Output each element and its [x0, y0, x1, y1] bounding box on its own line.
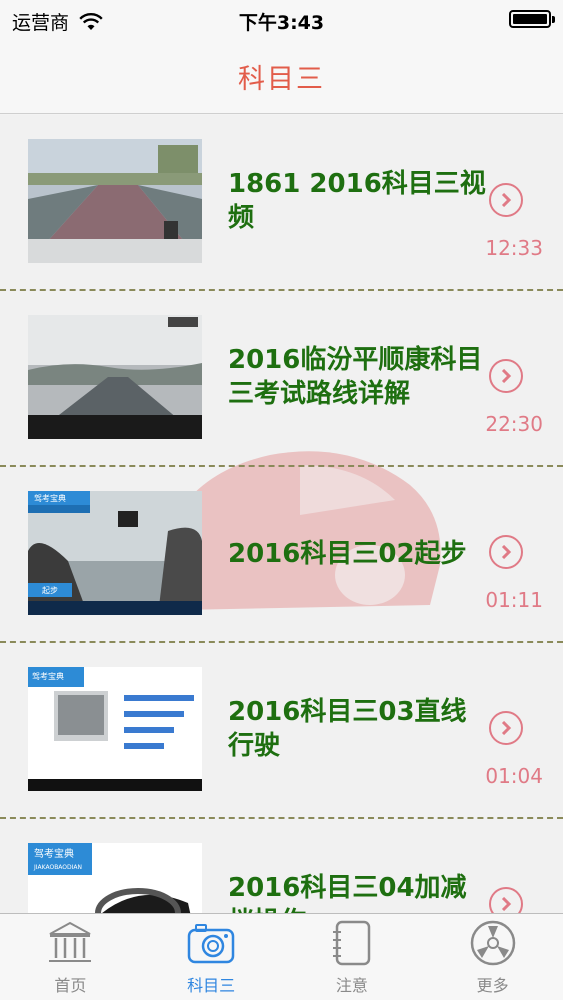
thumb-step-text: 起步	[42, 586, 58, 595]
chevron-right-icon[interactable]	[489, 359, 523, 393]
tab-home[interactable]: 首页	[0, 914, 141, 1000]
thumb-brand-en-text: JIAKAOBAODIAN	[33, 864, 82, 871]
video-title[interactable]: 2016科目三02起步	[228, 537, 488, 571]
video-thumbnail: 驾考宝典	[28, 667, 202, 791]
video-thumbnail: 驾考宝典 起步	[28, 491, 202, 615]
video-duration: 01:11	[485, 588, 543, 612]
thumb-brand-text: 驾考宝典	[34, 493, 66, 503]
tab-label: 注意	[335, 976, 368, 995]
nav-bar: 科目三	[0, 40, 563, 114]
camera-icon	[187, 924, 235, 964]
tab-label: 更多	[476, 976, 509, 995]
status-bar: 运营商 下午3:43	[0, 0, 563, 40]
thumb-brand-text: 驾考宝典	[32, 671, 64, 681]
video-title[interactable]: 2016临汾平顺康科目三考试路线详解	[228, 343, 488, 411]
list-item[interactable]: 驾考宝典 JIAKAOBAODIAN 2016科目三04加减档操作	[0, 819, 563, 913]
list-item[interactable]: 驾考宝典 2016科目三03直线行驶 01:04	[0, 643, 563, 819]
video-thumbnail	[28, 139, 202, 263]
video-thumbnail	[28, 315, 202, 439]
video-title[interactable]: 2016科目三04加减档操作	[228, 871, 488, 913]
status-time: 下午3:43	[238, 12, 325, 34]
thumb-brand-text: 驾考宝典	[34, 847, 74, 860]
tab-label: 首页	[54, 976, 87, 995]
battery-icon	[509, 10, 555, 28]
notebook-icon	[332, 920, 371, 966]
tab-more[interactable]: 更多	[422, 914, 563, 1000]
video-title[interactable]: 1861 2016科目三视频	[228, 167, 488, 235]
video-title[interactable]: 2016科目三03直线行驶	[228, 695, 488, 763]
chevron-right-icon[interactable]	[489, 535, 523, 569]
tab-notice[interactable]: 注意	[282, 914, 423, 1000]
chevron-right-icon[interactable]	[489, 711, 523, 745]
list-item[interactable]: 2016临汾平顺康科目三考试路线详解 22:30	[0, 291, 563, 467]
page-title: 科目三	[238, 64, 325, 95]
tab-label: 科目三	[187, 976, 236, 995]
video-duration: 22:30	[485, 412, 543, 436]
tab-subject-three[interactable]: 科目三	[141, 914, 282, 1000]
chevron-right-icon[interactable]	[489, 887, 523, 913]
video-list[interactable]: 1861 2016科目三视频 12:33 2016临汾平顺康科目三考试路线详解 …	[0, 115, 563, 913]
video-thumbnail: 驾考宝典 JIAKAOBAODIAN	[28, 843, 202, 913]
chevron-right-icon[interactable]	[489, 183, 523, 217]
video-duration: 01:04	[485, 764, 543, 788]
video-duration: 12:33	[485, 236, 543, 260]
temple-icon	[49, 921, 92, 962]
tab-bar: 首页 科目三 注意 更多	[0, 913, 563, 1000]
list-item[interactable]: 驾考宝典 起步 2016科目三02起步 01:11	[0, 467, 563, 643]
wheel-icon	[470, 920, 515, 966]
list-item[interactable]: 1861 2016科目三视频 12:33	[0, 115, 563, 291]
